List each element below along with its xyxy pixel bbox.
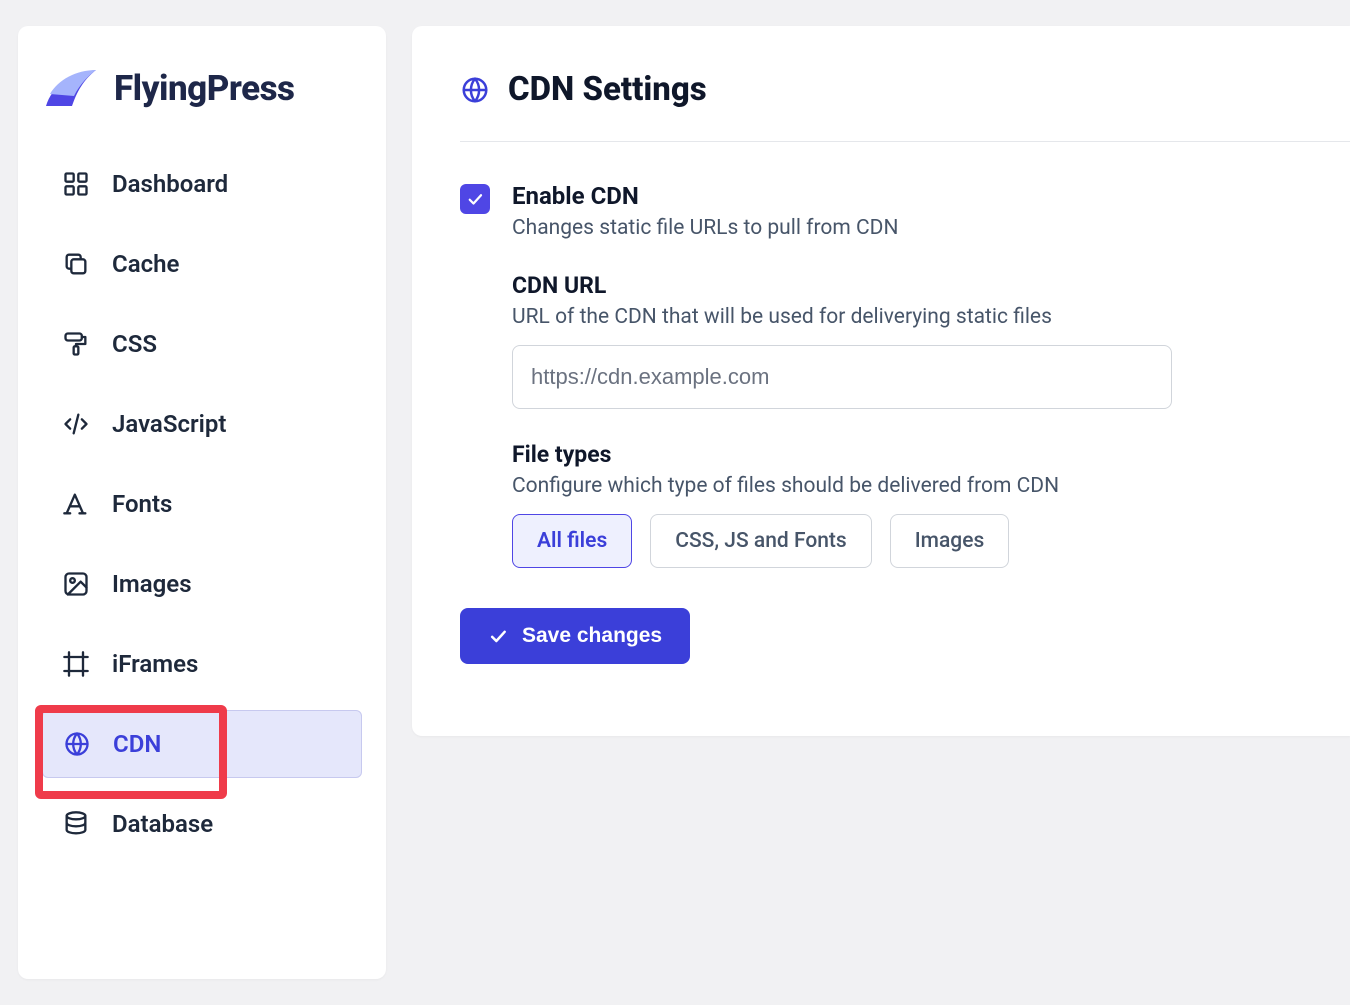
code-icon (62, 410, 90, 438)
sidebar: FlyingPress Dashboard Cache (18, 26, 386, 979)
file-type-option-all[interactable]: All files (512, 514, 632, 568)
globe-icon (460, 75, 490, 105)
sidebar-nav: Dashboard Cache CSS (42, 150, 362, 870)
sidebar-item-label: CSS (112, 330, 157, 358)
enable-cdn-checkbox[interactable] (460, 184, 490, 214)
dashboard-icon (62, 170, 90, 198)
save-changes-button[interactable]: Save changes (460, 608, 690, 664)
globe-icon (63, 730, 91, 758)
enable-cdn-setting: Enable CDN Changes static file URLs to p… (460, 182, 1350, 568)
sidebar-item-label: CDN (113, 730, 161, 758)
sidebar-item-label: Dashboard (112, 170, 228, 198)
cdn-url-label: CDN URL (512, 272, 1290, 299)
sidebar-item-fonts[interactable]: Fonts (42, 470, 362, 538)
paint-roller-icon (62, 330, 90, 358)
brand: FlyingPress (42, 66, 362, 150)
enable-cdn-label: Enable CDN (512, 182, 1290, 210)
sidebar-item-database[interactable]: Database (42, 790, 362, 858)
file-types-field: File types Configure which type of files… (512, 441, 1290, 568)
file-type-option-cssjsfonts[interactable]: CSS, JS and Fonts (650, 514, 871, 568)
sidebar-item-label: Database (112, 810, 213, 838)
check-icon (488, 626, 508, 646)
brand-logo-icon (42, 66, 100, 110)
sidebar-item-images[interactable]: Images (42, 550, 362, 618)
sidebar-item-iframes[interactable]: iFrames (42, 630, 362, 698)
sidebar-item-label: Images (112, 570, 192, 598)
cdn-url-field: CDN URL URL of the CDN that will be used… (512, 272, 1290, 409)
enable-cdn-description: Changes static file URLs to pull from CD… (512, 216, 1290, 240)
copy-icon (62, 250, 90, 278)
sidebar-item-label: Cache (112, 250, 179, 278)
cdn-url-input[interactable] (512, 345, 1172, 409)
sidebar-item-cache[interactable]: Cache (42, 230, 362, 298)
sidebar-item-javascript[interactable]: JavaScript (42, 390, 362, 458)
sidebar-item-cdn[interactable]: CDN (42, 710, 362, 778)
image-icon (62, 570, 90, 598)
cdn-url-description: URL of the CDN that will be used for del… (512, 305, 1290, 329)
sidebar-item-css[interactable]: CSS (42, 310, 362, 378)
file-types-label: File types (512, 441, 1290, 468)
database-icon (62, 810, 90, 838)
sidebar-item-dashboard[interactable]: Dashboard (42, 150, 362, 218)
main-panel: CDN Settings Enable CDN Changes static f… (412, 26, 1350, 736)
file-types-description: Configure which type of files should be … (512, 474, 1290, 498)
sidebar-item-label: iFrames (112, 650, 198, 678)
file-types-options: All files CSS, JS and Fonts Images (512, 514, 1290, 568)
font-icon (62, 490, 90, 518)
page-header: CDN Settings (460, 70, 1350, 142)
sidebar-item-label: Fonts (112, 490, 172, 518)
frame-icon (62, 650, 90, 678)
page-title: CDN Settings (508, 70, 707, 109)
brand-name: FlyingPress (114, 68, 295, 109)
sidebar-item-label: JavaScript (112, 410, 226, 438)
file-type-option-images[interactable]: Images (890, 514, 1010, 568)
save-button-label: Save changes (522, 624, 662, 648)
